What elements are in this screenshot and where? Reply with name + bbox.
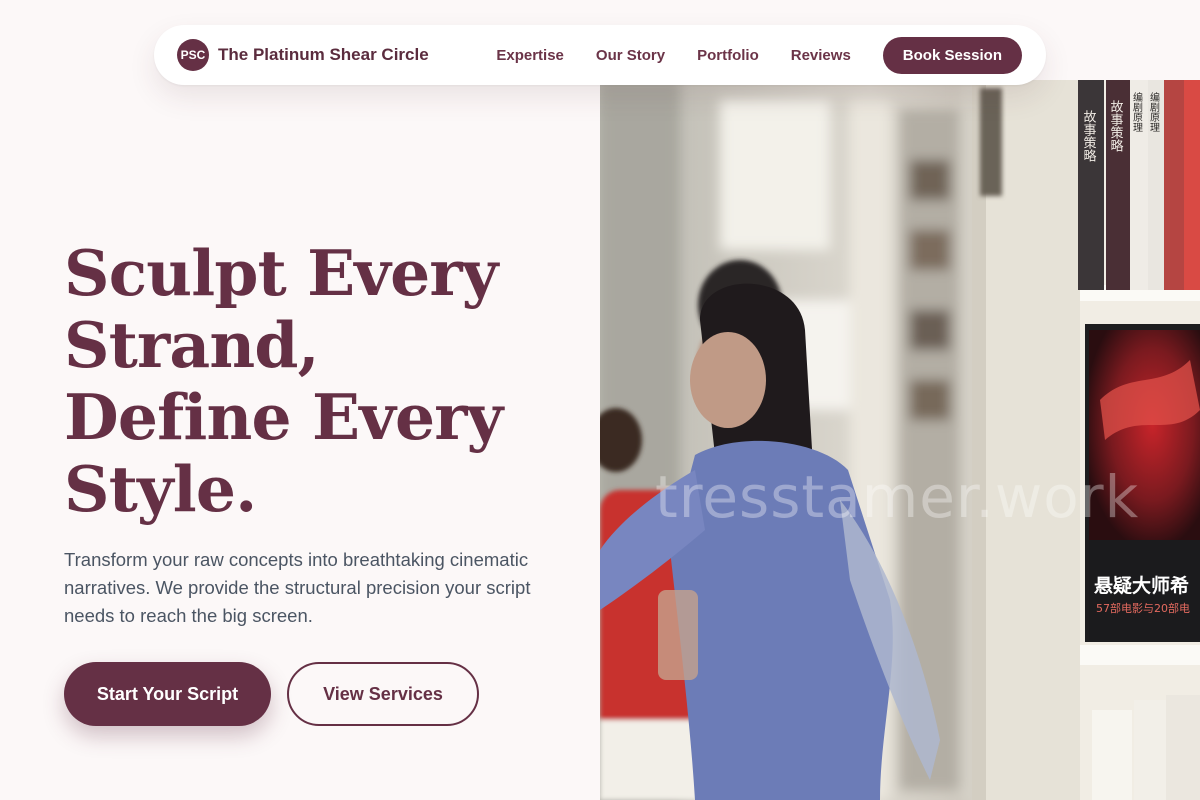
headline-line: Strand, <box>64 308 320 382</box>
book-spine-title: 编剧原理 <box>1148 91 1160 132</box>
brand-logo: PSC <box>177 39 209 71</box>
book-spine-title: 故事策略 <box>1081 110 1097 162</box>
start-your-script-button[interactable]: Start Your Script <box>64 662 271 726</box>
top-navbar: PSC The Platinum Shear Circle Expertise … <box>154 25 1046 85</box>
hero-photo: 故事策略 故事策略 编剧原理 编剧原理 悬疑大师希 57部电影与20部电 tre… <box>600 80 1200 800</box>
book-spine-title: 编剧原理 <box>1131 91 1143 132</box>
hero-description: Transform your raw concepts into breatht… <box>64 549 531 626</box>
brand[interactable]: PSC The Platinum Shear Circle <box>177 39 429 71</box>
brand-name: The Platinum Shear Circle <box>218 45 429 64</box>
headline-line: Sculpt Every <box>64 236 498 310</box>
nav-link-expertise[interactable]: Expertise <box>496 47 564 64</box>
watermark-text: tresstamer.work <box>655 463 1140 531</box>
nav-link-reviews[interactable]: Reviews <box>791 47 851 64</box>
nav-links: Expertise Our Story Portfolio Reviews Bo… <box>496 36 1022 74</box>
nav-link-portfolio[interactable]: Portfolio <box>697 47 759 64</box>
book-spine-title: 故事策略 <box>1108 100 1124 152</box>
bookstore-photo: 故事策略 故事策略 编剧原理 编剧原理 悬疑大师希 57部电影与20部电 <box>600 80 1200 800</box>
poster-title: 悬疑大师希 <box>1094 574 1189 597</box>
headline-line: Style. <box>64 452 257 526</box>
book-session-button[interactable]: Book Session <box>882 36 1022 74</box>
view-services-button[interactable]: View Services <box>287 662 479 726</box>
headline-line: Define Every <box>64 380 503 454</box>
hero-headline: Sculpt Every Strand, Define Every Style. <box>64 237 584 525</box>
poster-subtitle: 57部电影与20部电 <box>1096 601 1190 615</box>
nav-link-our-story[interactable]: Our Story <box>596 47 665 64</box>
